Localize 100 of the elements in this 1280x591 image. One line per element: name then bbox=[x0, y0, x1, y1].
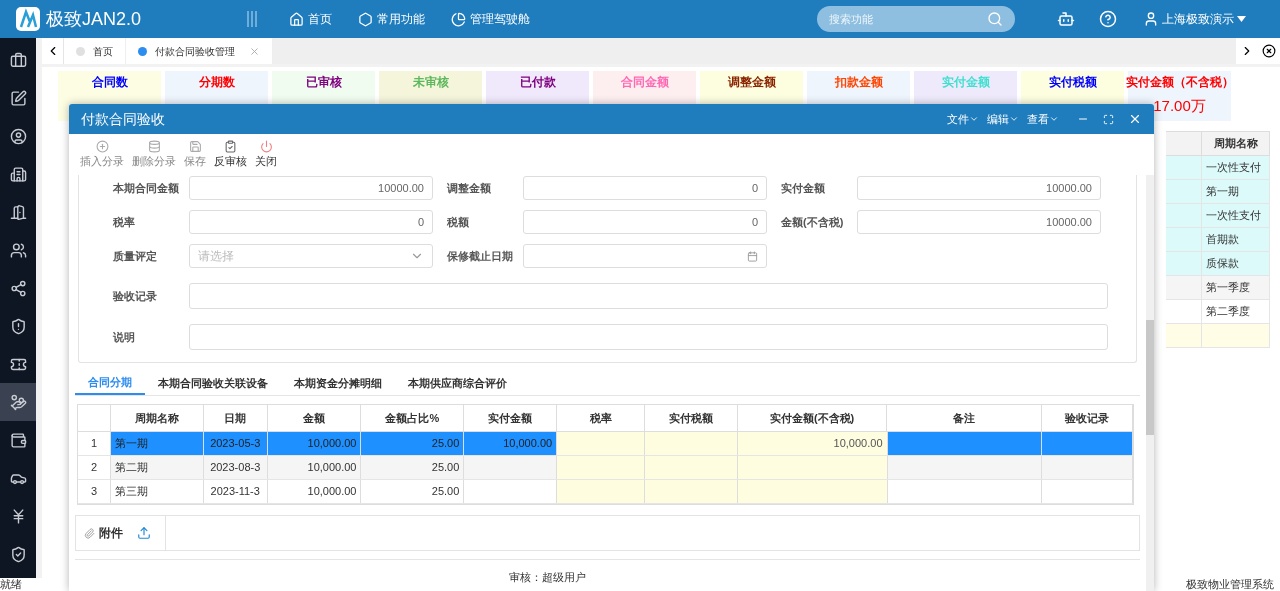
plus-icon bbox=[95, 139, 109, 153]
nav-link[interactable]: 常用功能 bbox=[358, 10, 426, 28]
stat-value: 17.00万 bbox=[1153, 96, 1206, 116]
date-field[interactable] bbox=[523, 244, 767, 268]
door-icon bbox=[9, 203, 27, 221]
table-cell: 25.00 bbox=[361, 432, 465, 455]
stat-label: 调整金额 bbox=[727, 74, 776, 91]
field-label: 本期合同金额 bbox=[113, 180, 180, 196]
nav-link[interactable]: 管理驾驶舱 bbox=[451, 10, 531, 28]
page-tab[interactable]: 首页 bbox=[64, 38, 126, 64]
status-text: 就绪 bbox=[0, 577, 22, 591]
clipboard-check-icon bbox=[224, 139, 237, 153]
field-label: 质量评定 bbox=[113, 248, 158, 264]
stat-label: 已付款 bbox=[519, 74, 556, 91]
chevron-icon bbox=[1049, 114, 1059, 124]
search-field[interactable]: 搜索功能 bbox=[817, 6, 1015, 32]
paperclip-icon bbox=[84, 527, 95, 539]
field-label: 保修截止日期 bbox=[447, 248, 514, 264]
app-title: 极致JAN2.0 bbox=[46, 7, 142, 31]
page-tab[interactable]: 付款合同验收管理 bbox=[126, 38, 273, 64]
table-cell: 2023-11-3 bbox=[203, 480, 268, 503]
nav-link[interactable]: 首页 bbox=[289, 10, 333, 28]
tab[interactable]: 本期合同验收关联设备 bbox=[145, 372, 281, 395]
close-icon[interactable] bbox=[1128, 112, 1142, 126]
close-icon bbox=[1262, 44, 1276, 58]
calendar-icon bbox=[747, 250, 758, 262]
number-field[interactable]: 0 bbox=[189, 210, 433, 234]
save-icon bbox=[188, 139, 202, 153]
table-cell: 第一期 bbox=[110, 432, 204, 455]
field-label: 验收记录 bbox=[113, 288, 158, 304]
toolbar-button[interactable]: 反审核 bbox=[213, 139, 248, 170]
field-label: 金额(不含税) bbox=[781, 214, 845, 230]
table-cell: 一次性支付 bbox=[1202, 204, 1270, 227]
stat-label: 分期数 bbox=[198, 74, 235, 91]
toolbar-button[interactable]: 关闭 bbox=[254, 139, 278, 170]
stat-label: 未审核 bbox=[412, 74, 449, 91]
stat-label: 合同数 bbox=[91, 74, 128, 91]
user-menu[interactable]: 上海极致演示 bbox=[1143, 10, 1246, 28]
table-cell: 10,000.00 bbox=[267, 456, 362, 479]
help-icon[interactable] bbox=[1099, 10, 1117, 28]
maximize-icon[interactable] bbox=[1103, 113, 1114, 125]
table-cell: 一次性支付 bbox=[1202, 156, 1270, 179]
power-icon bbox=[259, 139, 273, 153]
column-header: 税率 bbox=[557, 405, 645, 431]
field-label: 调整金额 bbox=[447, 180, 492, 196]
home-icon bbox=[289, 11, 305, 27]
number-field[interactable]: 0 bbox=[523, 210, 767, 234]
close-all-button[interactable] bbox=[1258, 38, 1280, 64]
tab[interactable]: 合同分期 bbox=[75, 372, 145, 395]
table-cell: 2023-05-3 bbox=[203, 432, 268, 455]
table-cell: 10,000.00 bbox=[464, 432, 558, 455]
number-field[interactable]: 10000.00 bbox=[857, 210, 1101, 234]
wallet-icon bbox=[9, 431, 27, 449]
menu-button[interactable]: 编辑 bbox=[987, 110, 1019, 128]
reviewer-text: 审核：超级用户 bbox=[509, 570, 586, 585]
column-header: 实付税额 bbox=[644, 405, 738, 431]
column-header: 日期 bbox=[203, 405, 268, 431]
column-header: 金额 bbox=[267, 405, 362, 431]
tab[interactable]: 本期供应商综合评价 bbox=[395, 372, 520, 395]
hexagon-icon bbox=[358, 11, 374, 27]
stat-label: 扣款金额 bbox=[834, 74, 883, 91]
robot-icon[interactable] bbox=[1057, 10, 1075, 28]
scroll-right-button[interactable] bbox=[1236, 38, 1258, 64]
stat-label: 合同金额 bbox=[620, 74, 669, 91]
hand-coins-icon bbox=[9, 393, 27, 411]
table-cell: 10,000.00 bbox=[737, 432, 888, 455]
table-cell: 2023-08-3 bbox=[203, 456, 268, 479]
grid-row[interactable]: 2 第二期 2023-08-3 10,000.00 25.00 bbox=[78, 456, 1133, 480]
field-label: 税率 bbox=[113, 214, 136, 230]
column-header: 备注 bbox=[887, 405, 1043, 431]
number-field[interactable]: 10000.00 bbox=[189, 176, 433, 200]
tab[interactable]: 本期资金分摊明细 bbox=[281, 372, 395, 395]
attachment-label: 附件 bbox=[99, 525, 123, 542]
column-header: 金额占比% bbox=[361, 405, 465, 431]
scroll-left-button[interactable] bbox=[42, 38, 64, 64]
menu-button[interactable]: 查看 bbox=[1027, 110, 1059, 128]
dialog-title: 付款合同验收 bbox=[81, 109, 165, 129]
shield-check-icon bbox=[9, 545, 27, 563]
stat-label: 实付金额（不含税） bbox=[1125, 74, 1234, 91]
column-header: 周期名称 bbox=[110, 405, 204, 431]
number-field[interactable]: 0 bbox=[523, 176, 767, 200]
table-cell: 质保款 bbox=[1202, 252, 1270, 275]
row-number: 2 bbox=[78, 456, 111, 479]
table-cell: 第二期 bbox=[110, 456, 204, 479]
table-cell: 第一季度 bbox=[1202, 276, 1270, 299]
sidebar-item[interactable] bbox=[0, 383, 36, 421]
grid-row[interactable]: 1 第一期 2023-05-3 10,000.00 25.00 10,000.00 10,000.00 bbox=[78, 432, 1133, 456]
table-cell: 25.00 bbox=[361, 480, 465, 503]
upload-icon[interactable] bbox=[137, 526, 151, 540]
menu-button[interactable]: 文件 bbox=[947, 110, 979, 128]
column-header: 验收记录 bbox=[1042, 405, 1133, 431]
user-icon bbox=[1143, 11, 1159, 27]
database-icon bbox=[147, 139, 161, 153]
table-cell: 25.00 bbox=[361, 456, 465, 479]
column-header: 实付金额 bbox=[464, 405, 558, 431]
table-cell: 10,000.00 bbox=[267, 480, 362, 503]
field-label: 实付金额 bbox=[781, 180, 826, 196]
grid-row[interactable]: 3 第三期 2023-11-3 10,000.00 25.00 bbox=[78, 480, 1133, 504]
number-field[interactable]: 10000.00 bbox=[857, 176, 1101, 200]
stat-label: 实付金额 bbox=[941, 74, 990, 91]
